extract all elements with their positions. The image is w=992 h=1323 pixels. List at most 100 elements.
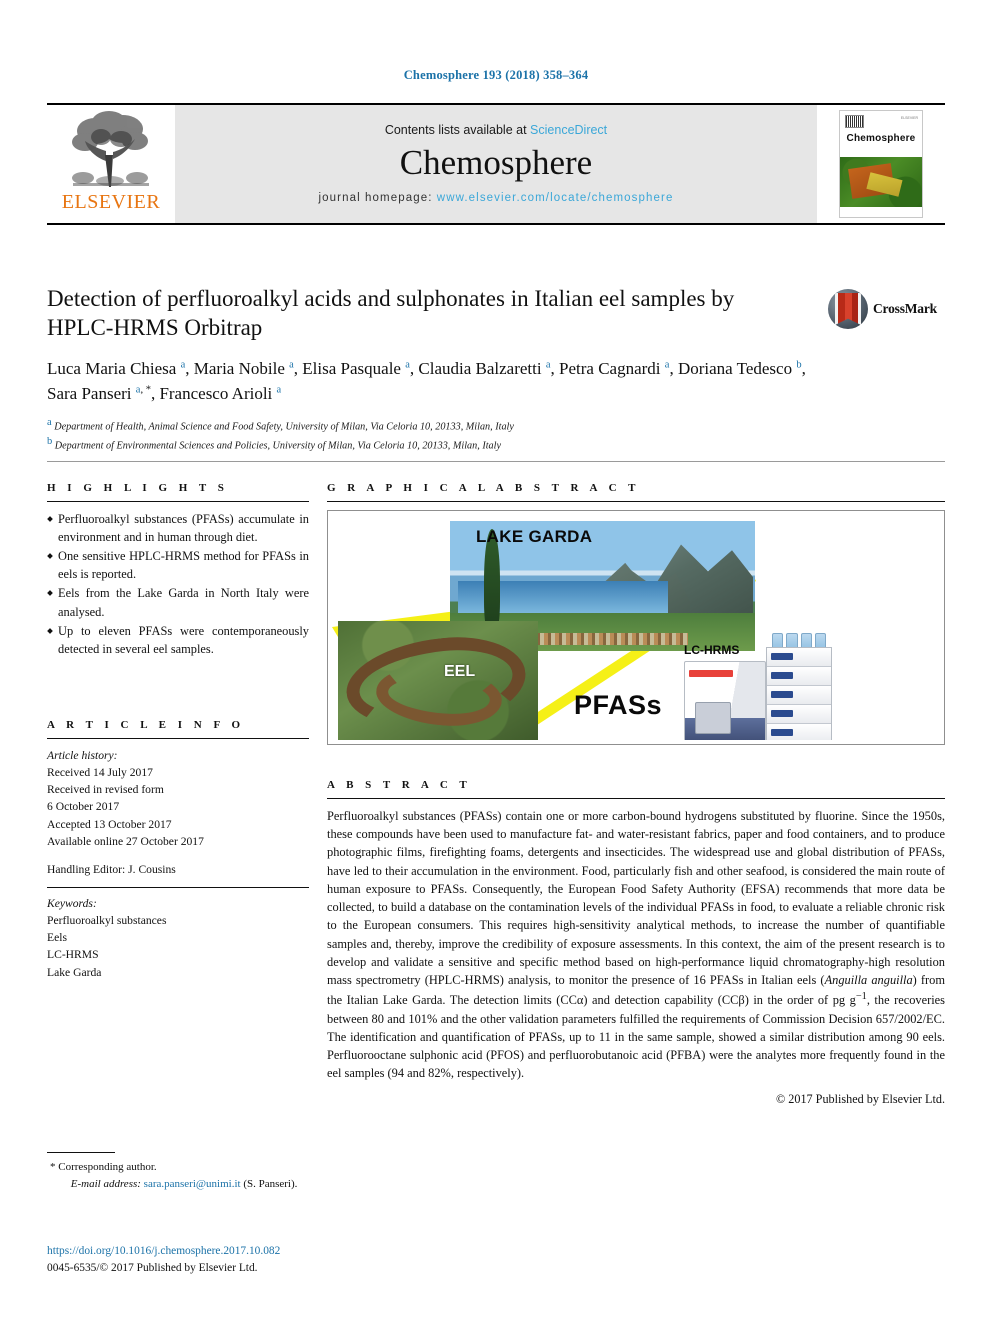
doi-link[interactable]: https://doi.org/10.1016/j.chemosphere.20… bbox=[47, 1243, 280, 1260]
abstract-copyright: © 2017 Published by Elsevier Ltd. bbox=[775, 1091, 945, 1106]
sciencedirect-link[interactable]: ScienceDirect bbox=[530, 123, 607, 137]
lc-stack-illustration bbox=[766, 647, 832, 740]
lc-module bbox=[767, 648, 831, 667]
lc-module bbox=[767, 724, 831, 740]
author-separator: , bbox=[801, 358, 806, 378]
cover-leaf-image bbox=[840, 157, 922, 209]
article-info-divider bbox=[47, 737, 309, 739]
email-label: E-mail address: bbox=[70, 1177, 141, 1190]
author-separator: , bbox=[550, 358, 560, 378]
keywords-lines: Perfluoroalkyl substances Eels LC-HRMS Lake… bbox=[47, 912, 309, 981]
author-name: Petra Cagnardi bbox=[559, 358, 665, 378]
footnote-divider bbox=[47, 1152, 115, 1153]
affiliation-list: a Department of Health, Animal Science a… bbox=[47, 416, 945, 454]
header-divider bbox=[47, 461, 945, 462]
abstract-body: Perfluoroalkyl substances (PFASs) contai… bbox=[327, 807, 945, 1083]
lake-garda-label: LAKE GARDA bbox=[476, 527, 593, 546]
highlight-item: Perfluoroalkyl substances (PFASs) accumu… bbox=[47, 510, 309, 546]
keywords-divider bbox=[47, 886, 309, 888]
title-block: Detection of perfluoroalkyl acids and su… bbox=[47, 284, 945, 454]
crossmark-icon bbox=[828, 289, 868, 329]
mass-spectrometer-illustration bbox=[684, 661, 766, 740]
article-info-body: Article history: Received 14 July 2017 Re… bbox=[47, 747, 309, 981]
cover-corner-label: ELSEVIER bbox=[900, 116, 918, 120]
lc-module bbox=[767, 686, 831, 705]
keyword-item: Lake Garda bbox=[47, 965, 102, 979]
email-owner: (S. Panseri). bbox=[243, 1177, 298, 1190]
corresponding-author-note: * Corresponding author. E-mail address: … bbox=[47, 1159, 477, 1192]
journal-cover-thumbnail: ELSEVIER Chemosphere bbox=[839, 110, 923, 218]
lc-module bbox=[767, 705, 831, 724]
author-name: Elisa Pasquale bbox=[302, 358, 406, 378]
article-history-label: Article history: bbox=[47, 748, 118, 762]
masthead-center: Contents lists available at ScienceDirec… bbox=[175, 105, 817, 223]
pfass-label: PFASs bbox=[574, 690, 663, 720]
author-name: Luca Maria Chiesa bbox=[47, 358, 181, 378]
ms-source-door bbox=[695, 702, 731, 734]
lc-module bbox=[767, 667, 831, 686]
author-separator: , bbox=[185, 358, 194, 378]
keyword-item: Eels bbox=[47, 931, 67, 945]
author-name: Maria Nobile bbox=[193, 358, 290, 378]
abstract-text-part1: Perfluoroalkyl substances (PFASs) contai… bbox=[327, 809, 945, 988]
handling-editor: Handling Editor: J. Cousins bbox=[47, 862, 176, 876]
highlights-heading: H I G H L I G H T S bbox=[47, 482, 229, 494]
author-name: Sara Panseri bbox=[47, 383, 136, 403]
elsevier-logo: ELSEVIER bbox=[47, 105, 175, 223]
author-list: Luca Maria Chiesa a, Maria Nobile a, Eli… bbox=[47, 357, 837, 406]
affiliation-text: Department of Health, Animal Science and… bbox=[51, 421, 514, 433]
highlight-item: One sensitive HPLC-HRMS method for PFASs… bbox=[47, 547, 309, 583]
article-info-heading: A R T I C L E I N F O bbox=[47, 718, 245, 731]
lc-hrms-label: LC-HRMS bbox=[684, 643, 740, 657]
email-link[interactable]: sara.panseri@unimi.it bbox=[144, 1178, 241, 1190]
barcode-icon bbox=[845, 115, 864, 128]
issn-copyright-line: 0045-6535/© 2017 Published by Elsevier L… bbox=[47, 1262, 258, 1275]
article-history-line: 6 October 2017 bbox=[47, 800, 120, 814]
cover-bottom-band bbox=[840, 207, 922, 217]
crossmark-badge[interactable]: CrossMark bbox=[828, 288, 943, 330]
journal-title: Chemosphere bbox=[399, 142, 593, 182]
author-name: Claudia Balzaretti bbox=[418, 358, 546, 378]
keywords-label: Keywords: bbox=[47, 896, 97, 910]
homepage-url-link[interactable]: www.elsevier.com/locate/chemosphere bbox=[437, 192, 674, 204]
author-name: Francesco Arioli bbox=[159, 383, 277, 403]
graphical-abstract-canvas: LAKE GARDA EEL PFASs LC-HRMS bbox=[332, 515, 940, 740]
contents-prefix: Contents lists available at bbox=[384, 122, 527, 137]
graphical-abstract-heading: G R A P H I C A L A B S T R A C T bbox=[327, 482, 640, 494]
elsevier-wordmark: ELSEVIER bbox=[61, 191, 161, 213]
author-affiliation-mark: , * bbox=[140, 383, 151, 395]
eel-photo bbox=[338, 621, 538, 740]
keyword-item: LC-HRMS bbox=[47, 948, 99, 962]
page-title: Detection of perfluoroalkyl acids and su… bbox=[47, 286, 735, 341]
affiliation-line: b Department of Environmental Sciences a… bbox=[47, 435, 945, 454]
cover-top: ELSEVIER Chemosphere bbox=[840, 111, 922, 157]
graphical-abstract-figure: LAKE GARDA EEL PFASs LC-HRMS bbox=[327, 510, 945, 745]
journal-article-page: Chemosphere 193 (2018) 358–364 ELSEVIER … bbox=[0, 0, 992, 1323]
author-separator: , bbox=[669, 358, 678, 378]
right-column: G R A P H I C A L A B S T R A C T LAKE G… bbox=[327, 482, 945, 1107]
abstract-heading: A B S T R A C T bbox=[327, 779, 472, 791]
abstract-divider bbox=[327, 798, 945, 799]
article-history-line: Received 14 July 2017 bbox=[47, 766, 153, 780]
homepage-prefix: journal homepage: bbox=[318, 191, 433, 204]
highlight-item: Eels from the Lake Garda in North Italy … bbox=[47, 584, 309, 620]
cover-journal-title: Chemosphere bbox=[846, 133, 916, 144]
corresponding-label: Corresponding author. bbox=[58, 1161, 157, 1173]
highlight-item: Up to eleven PFASs were contemporaneousl… bbox=[47, 622, 309, 658]
article-history-line: Available online 27 October 2017 bbox=[47, 834, 204, 848]
contents-available-line: Contents lists available at ScienceDirec… bbox=[385, 123, 607, 137]
elsevier-tree-icon bbox=[72, 111, 149, 187]
masthead-right: ELSEVIER Chemosphere bbox=[817, 105, 945, 223]
journal-homepage-line: journal homepage: www.elsevier.com/locat… bbox=[319, 192, 674, 204]
article-history-line: Received in revised form bbox=[47, 783, 164, 797]
abstract-species-name: Anguilla anguilla bbox=[824, 973, 913, 988]
highlights-list: Perfluoroalkyl substances (PFASs) accumu… bbox=[47, 510, 309, 658]
affiliation-line: a Department of Health, Animal Science a… bbox=[47, 416, 945, 435]
abstract-exponent: −1 bbox=[855, 991, 867, 1003]
affiliation-text: Department of Environmental Sciences and… bbox=[52, 440, 501, 452]
journal-masthead: ELSEVIER Contents lists available at Sci… bbox=[47, 103, 945, 225]
doi-block: https://doi.org/10.1016/j.chemosphere.20… bbox=[47, 1243, 280, 1277]
author-affiliation-mark: a bbox=[276, 383, 282, 395]
article-history-line: Accepted 13 October 2017 bbox=[47, 817, 172, 831]
keyword-item: Perfluoroalkyl substances bbox=[47, 914, 167, 928]
